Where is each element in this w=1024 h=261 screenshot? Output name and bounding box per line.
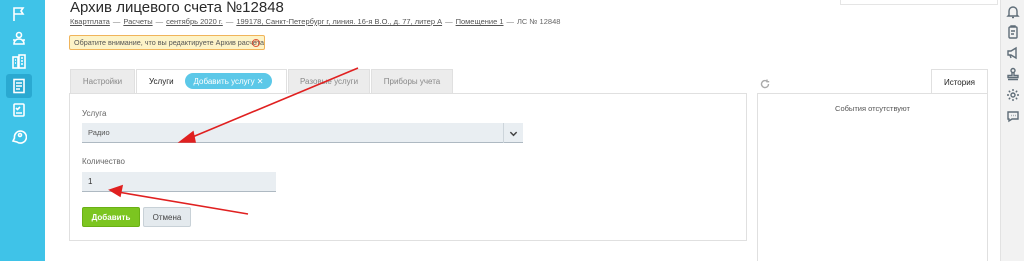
tab-meters[interactable]: Приборы учета [371, 69, 453, 93]
no-events-text: События отсутствуют [835, 104, 910, 113]
settings-icon[interactable] [1005, 87, 1021, 103]
service-form-panel: Услуга Радио Количество 1 Добавить Отмен… [69, 93, 747, 241]
right-toolbar [1000, 0, 1024, 261]
breadcrumb-current: ЛС № 12848 [517, 17, 561, 26]
left-sidebar [0, 0, 45, 261]
stamp-icon[interactable] [1005, 66, 1021, 82]
tab-services-label: Услуги [149, 77, 174, 86]
service-label: Услуга [82, 109, 107, 118]
chat-icon[interactable] [1005, 108, 1021, 124]
breadcrumb: Квартплата — Расчеты — сентябрь 2020 г. —1991… [70, 17, 561, 26]
bell-icon[interactable] [1005, 4, 1021, 20]
chat-gear-icon[interactable] [6, 124, 32, 148]
megaphone-icon[interactable] [1005, 45, 1021, 61]
quantity-value: 1 [88, 177, 93, 186]
breadcrumb-item[interactable]: Расчеты [123, 17, 152, 26]
clipboard-icon[interactable] [1005, 24, 1021, 40]
top-right-box [840, 0, 998, 5]
breadcrumb-item[interactable]: 199178, Санкт-Петербург г, линия. 16-я В… [236, 17, 442, 26]
checklist-icon[interactable] [6, 98, 32, 122]
breadcrumb-item[interactable]: Квартплата [70, 17, 110, 26]
refresh-icon[interactable] [760, 76, 770, 89]
breadcrumb-item[interactable]: сентябрь 2020 г. [166, 17, 223, 26]
quantity-input[interactable]: 1 [82, 172, 276, 192]
group-icon[interactable] [6, 26, 32, 50]
document-icon[interactable] [6, 74, 32, 98]
add-button[interactable]: Добавить [82, 207, 140, 227]
tab-settings[interactable]: Настройки [70, 69, 135, 93]
cancel-button[interactable]: Отмена [143, 207, 191, 227]
warning-circle-icon: ! [252, 39, 260, 47]
history-panel: События отсутствуют [757, 93, 988, 261]
flag-icon[interactable] [6, 2, 32, 26]
edit-archive-notice: Обратите внимание, что вы редактируете А… [69, 35, 265, 50]
add-service-chip[interactable]: Добавить услугу ✕ [185, 73, 272, 89]
chevron-down-icon[interactable] [503, 123, 523, 143]
notice-text: Обратите внимание, что вы редактируете А… [74, 38, 265, 47]
page-title: Архив лицевого счета №12848 [70, 0, 284, 16]
breadcrumb-item[interactable]: Помещение 1 [456, 17, 504, 26]
quantity-label: Количество [82, 157, 125, 166]
tab-history[interactable]: История [931, 69, 988, 94]
tab-one-time-services[interactable]: Разовые услуги [288, 69, 370, 93]
service-select-value: Радио [88, 128, 110, 137]
building-icon[interactable] [6, 50, 32, 74]
service-select[interactable]: Радио [82, 123, 523, 143]
